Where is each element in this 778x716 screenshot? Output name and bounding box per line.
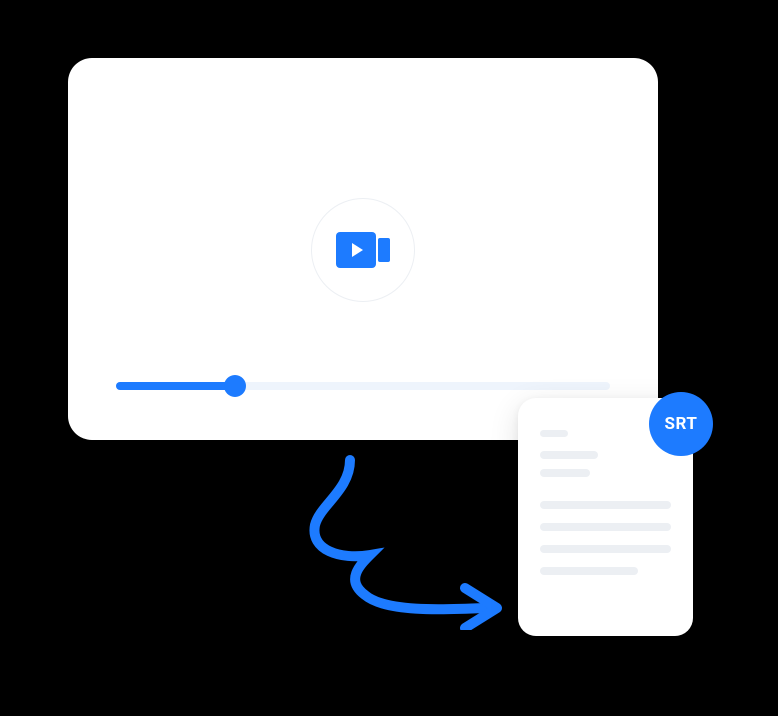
- document-line: [540, 567, 638, 575]
- document-line: [540, 469, 590, 477]
- document-line: [540, 501, 671, 509]
- document-card: SRT: [518, 398, 693, 636]
- document-line: [540, 523, 671, 531]
- video-camera-icon: [336, 230, 390, 270]
- curved-arrow-icon: [290, 450, 510, 630]
- progress-thumb[interactable]: [224, 375, 246, 397]
- document-line: [540, 430, 568, 437]
- srt-badge-label: SRT: [665, 414, 698, 434]
- srt-badge: SRT: [649, 392, 713, 456]
- document-line: [540, 545, 671, 553]
- video-player-card: [68, 58, 658, 440]
- progress-fill: [116, 382, 235, 390]
- document-line: [540, 451, 598, 459]
- play-button[interactable]: [311, 198, 415, 302]
- progress-bar[interactable]: [116, 382, 610, 390]
